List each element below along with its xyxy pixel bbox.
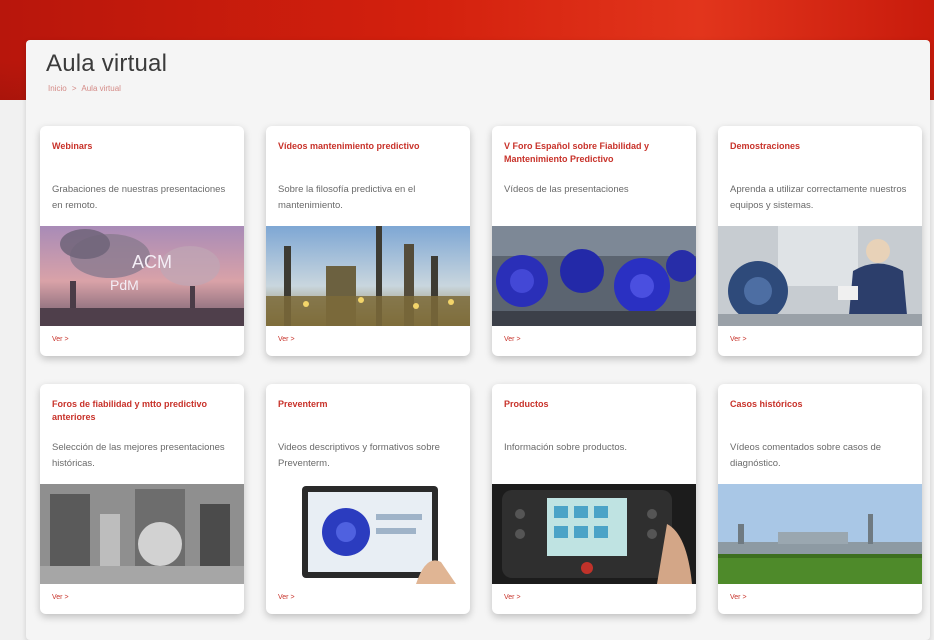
card-description: Grabaciones de nuestras presentaciones e… xyxy=(52,184,226,211)
breadcrumb: Inicio > Aula virtual xyxy=(48,84,124,93)
card-image-label: ACM xyxy=(132,252,172,272)
card-title[interactable]: Productos xyxy=(504,398,684,411)
course-card-v-foro[interactable]: V Foro Español sobre Fiabilidad y Manten… xyxy=(492,126,696,356)
card-link-ver[interactable]: Ver > xyxy=(278,594,295,601)
card-image-device[interactable] xyxy=(492,484,696,584)
card-link-ver[interactable]: Ver > xyxy=(52,336,69,343)
course-card-videos-predictivo[interactable]: Vídeos mantenimiento predictivo Sobre la… xyxy=(266,126,470,356)
card-image-blue-pumps[interactable] xyxy=(492,226,696,326)
card-image-plant-bw[interactable] xyxy=(40,484,244,584)
card-image-tablet[interactable] xyxy=(266,484,470,584)
card-link-ver[interactable]: Ver > xyxy=(278,336,295,343)
card-title[interactable]: Casos históricos xyxy=(730,398,910,411)
card-title[interactable]: Webinars xyxy=(52,140,232,153)
card-description: Aprenda a utilizar correctamente nuestro… xyxy=(730,184,907,211)
card-description: Sobre la filosofía predictiva en el mant… xyxy=(278,184,416,211)
card-description: Selección de las mejores presentaciones … xyxy=(52,442,225,469)
card-description: Videos descriptivos y formativos sobre P… xyxy=(278,442,440,469)
course-card-casos-historicos[interactable]: Casos históricos Vídeos comentados sobre… xyxy=(718,384,922,614)
card-link-ver[interactable]: Ver > xyxy=(504,594,521,601)
course-card-foros-anteriores[interactable]: Foros de fiabilidad y mtto predictivo an… xyxy=(40,384,244,614)
card-link-ver[interactable]: Ver > xyxy=(504,336,521,343)
card-image-technician[interactable] xyxy=(718,226,922,326)
card-link-ver[interactable]: Ver > xyxy=(730,594,747,601)
card-title[interactable]: Vídeos mantenimiento predictivo xyxy=(278,140,458,153)
course-card-preventerm[interactable]: Preventerm Videos descriptivos y formati… xyxy=(266,384,470,614)
card-description: Vídeos de las presentaciones xyxy=(504,184,629,195)
card-description: Información sobre productos. xyxy=(504,442,628,453)
breadcrumb-current: Aula virtual xyxy=(81,84,121,93)
course-card-demostraciones[interactable]: Demostraciones Aprenda a utilizar correc… xyxy=(718,126,922,356)
card-image-label: PdM xyxy=(110,277,139,293)
breadcrumb-separator: > xyxy=(71,84,77,93)
card-title[interactable]: Demostraciones xyxy=(730,140,910,153)
card-title[interactable]: Preventerm xyxy=(278,398,458,411)
card-image-power-plant[interactable] xyxy=(718,484,922,584)
card-description: Vídeos comentados sobre casos de diagnós… xyxy=(730,442,882,469)
page-title: Aula virtual xyxy=(46,50,168,77)
card-title[interactable]: V Foro Español sobre Fiabilidad y Manten… xyxy=(504,140,684,166)
course-card-productos[interactable]: Productos Información sobre productos. V… xyxy=(492,384,696,614)
card-image-smokestacks[interactable]: ACM PdM xyxy=(40,226,244,326)
card-image-refinery[interactable] xyxy=(266,226,470,326)
card-link-ver[interactable]: Ver > xyxy=(730,336,747,343)
card-title[interactable]: Foros de fiabilidad y mtto predictivo an… xyxy=(52,398,232,424)
breadcrumb-home-link[interactable]: Inicio xyxy=(48,84,67,93)
course-card-webinars[interactable]: Webinars Grabaciones de nuestras present… xyxy=(40,126,244,356)
card-link-ver[interactable]: Ver > xyxy=(52,594,69,601)
